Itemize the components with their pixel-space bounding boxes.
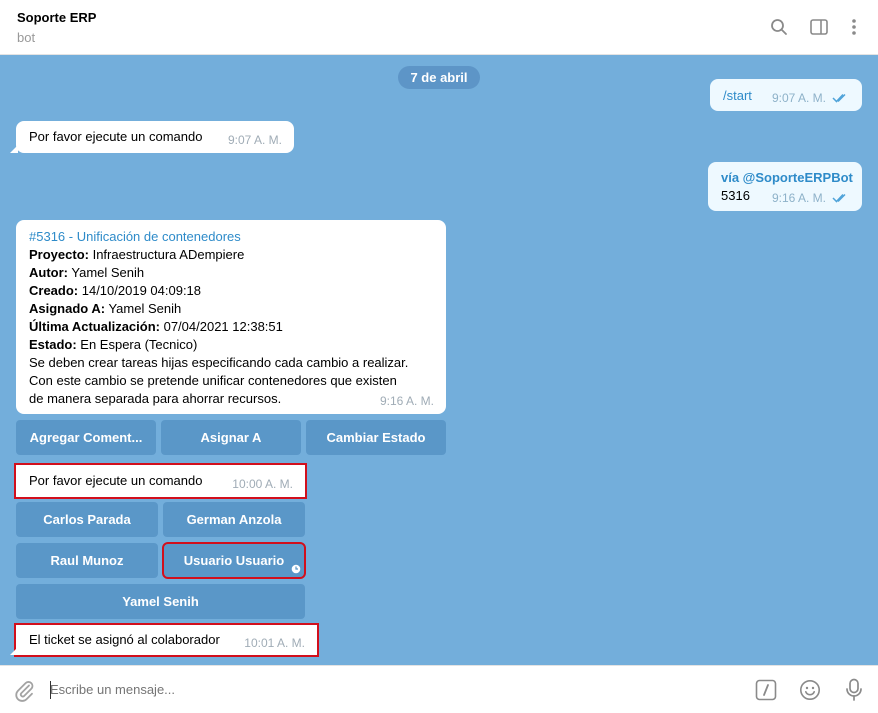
sidebar-toggle-icon[interactable] (808, 16, 830, 38)
clock-icon (291, 564, 301, 574)
search-icon[interactable] (768, 16, 790, 38)
double-check-icon (832, 193, 846, 203)
bot-command-link[interactable]: /start (723, 88, 752, 103)
change-status-button[interactable]: Cambiar Estado (306, 420, 446, 455)
assign-usuario-usuario-button[interactable]: Usuario Usuario (162, 542, 306, 579)
message-time: 10:00 A. M. (232, 477, 293, 491)
ticket-field-status: Estado: En Espera (Tecnico) (29, 337, 198, 352)
message-incoming-highlighted[interactable]: Por favor ejecute un comando 10:00 A. M. (14, 463, 307, 499)
message-input[interactable] (50, 674, 730, 706)
more-vertical-icon[interactable] (843, 16, 865, 38)
chat-history[interactable]: 7 de abril /start 9:07 A. M. Por favor e… (0, 55, 878, 665)
slash-command-icon[interactable] (754, 678, 778, 702)
date-separator: 7 de abril (398, 66, 480, 89)
microphone-icon[interactable] (842, 678, 866, 702)
assign-to-button[interactable]: Asignar A (161, 420, 301, 455)
message-ticket[interactable]: #5316 - Unificación de contenedores Proy… (16, 220, 446, 414)
button-label: Usuario Usuario (183, 553, 285, 568)
ticket-field-created: Creado: 14/10/2019 04:09:18 (29, 283, 202, 298)
message-text: Por favor ejecute un comando (29, 473, 203, 488)
ticket-field-updated: Última Actualización: 07/04/2021 12:38:5… (29, 319, 283, 334)
message-composer (0, 665, 878, 713)
message-time: 10:01 A. M. (244, 636, 305, 650)
ticket-description-line: Se deben crear tareas hijas especificand… (29, 355, 409, 370)
smile-icon[interactable] (798, 678, 822, 702)
assign-german-anzola-button[interactable]: German Anzola (163, 502, 305, 537)
via-bot-link[interactable]: vía @SoporteERPBot (721, 170, 853, 185)
chat-title[interactable]: Soporte ERP (17, 10, 96, 25)
message-incoming[interactable]: Por favor ejecute un comando 9:07 A. M. (10, 121, 294, 153)
ticket-field-assigned: Asignado A: Yamel Senih (29, 301, 182, 316)
assign-yamel-senih-button[interactable]: Yamel Senih (16, 584, 305, 619)
message-text: Por favor ejecute un comando (29, 129, 203, 144)
ticket-field-author: Autor: Yamel Senih (29, 265, 145, 280)
chat-header: Soporte ERP bot (0, 0, 878, 55)
assign-raul-munoz-button[interactable]: Raul Munoz (16, 543, 158, 578)
message-outgoing-via[interactable]: vía @SoporteERPBot 5316 9:16 A. M. (708, 162, 862, 211)
double-check-icon (832, 93, 846, 103)
message-time: 9:07 A. M. (771, 91, 826, 105)
message-time: 9:16 A. M. (379, 394, 434, 408)
message-text: 5316 (721, 188, 750, 203)
message-text: El ticket se asignó al colaborador (29, 632, 220, 647)
message-incoming-highlighted[interactable]: El ticket se asignó al colaborador 10:01… (10, 623, 319, 657)
ticket-description-line: Con este cambio se pretende unificar con… (29, 373, 397, 388)
ticket-field-project: Proyecto: Infraestructura ADempiere (29, 247, 245, 262)
ticket-title-link[interactable]: #5316 - Unificación de contenedores (29, 228, 408, 246)
add-comment-button[interactable]: Agregar Coment... (16, 420, 156, 455)
message-outgoing-start[interactable]: /start 9:07 A. M. (710, 79, 862, 111)
paperclip-icon[interactable] (12, 678, 36, 702)
message-time: 9:07 A. M. (227, 133, 282, 147)
chat-subtitle: bot (17, 30, 36, 45)
assign-carlos-parada-button[interactable]: Carlos Parada (16, 502, 158, 537)
ticket-description-line: de manera separada para ahorrar recursos… (29, 391, 282, 406)
message-time: 9:16 A. M. (771, 191, 826, 205)
